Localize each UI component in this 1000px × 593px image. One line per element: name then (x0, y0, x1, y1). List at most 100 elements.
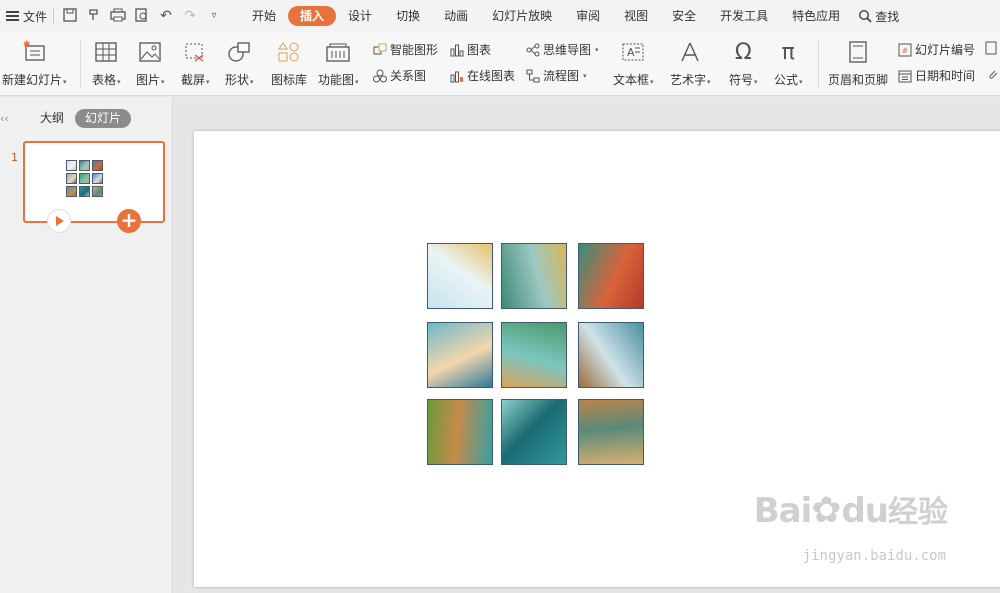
basket-tile[interactable] (427, 399, 493, 465)
tab-view[interactable]: 视图 (612, 6, 660, 26)
date-time-label: 日期和时间 (915, 69, 976, 83)
pi-icon: π (781, 39, 795, 65)
undo-icon[interactable]: ↶ (158, 8, 174, 24)
watermark-url: jingyan.baidu.com (802, 548, 946, 564)
thumbnail-image-grid (66, 160, 104, 198)
thumbnail-sky-tile (66, 160, 77, 171)
divider (818, 40, 819, 88)
formula-button[interactable]: π 公式▾ (774, 39, 803, 88)
file-menu[interactable]: 文件 (6, 0, 47, 32)
redo-icon[interactable]: ↷ (182, 8, 198, 24)
attachment-button[interactable] (985, 67, 999, 81)
tab-animation[interactable]: 动画 (432, 6, 480, 26)
tab-developer[interactable]: 开发工具 (708, 6, 780, 26)
function-chart-icon (325, 39, 351, 65)
thumbnail-canal-tile (79, 173, 90, 184)
flowchart-button[interactable]: 流程图 ▾ (526, 67, 587, 84)
header-footer-button[interactable]: 页眉和页脚 (828, 39, 888, 88)
search-button[interactable]: 查找 (858, 8, 899, 25)
thumbnail-boat-tile (92, 173, 103, 184)
save-icon[interactable] (62, 8, 78, 24)
picture-button[interactable]: 图片▾ (136, 39, 165, 88)
divider (53, 7, 55, 25)
ribbon-toolbar: ✱ 新建幻灯片▾ 表格▾ 图片▾ 截屏▾ 形状▾ 图标库 功能图▾ 智能图形 图… (0, 32, 1000, 96)
wordart-icon (677, 39, 703, 65)
tab-security[interactable]: 安全 (660, 6, 708, 26)
date-time-button[interactable]: 日期和时间 (898, 67, 975, 84)
tab-review[interactable]: 审阅 (564, 6, 612, 26)
tab-slides[interactable]: 幻灯片 (75, 109, 132, 128)
slide-number-label: 幻灯片编号 (915, 43, 976, 57)
symbol-button[interactable]: Ω 符号▾ (729, 39, 758, 88)
textbox-button[interactable]: A 文本框▾ (613, 39, 654, 88)
print-icon[interactable] (110, 8, 126, 24)
icon-library-label: 图标库 (271, 73, 308, 87)
picture-icon (137, 39, 163, 65)
watermark-brand: Bai (753, 491, 813, 531)
thumbnail-houses-tile (79, 160, 90, 171)
search-label: 查找 (875, 9, 900, 24)
slide-thumbnail-number: 1 (11, 151, 18, 164)
wordart-button[interactable]: 艺术字▾ (670, 39, 711, 88)
screenshot-icon (182, 39, 208, 65)
tab-design[interactable]: 设计 (336, 6, 384, 26)
relation-icon (373, 69, 387, 83)
quick-access-toolbar: ↶ ↷ ▿ (62, 8, 222, 24)
boat-tile[interactable] (578, 322, 644, 388)
tab-home[interactable]: 开始 (240, 6, 288, 26)
wordart-label: 艺术字 (670, 73, 707, 87)
new-slide-button[interactable]: ✱ 新建幻灯片▾ (2, 39, 67, 88)
add-slide-button[interactable]: + (117, 209, 141, 233)
chart-label: 图表 (467, 43, 492, 57)
mindmap-button[interactable]: 思维导图 ▾ (526, 41, 599, 58)
girl-tile[interactable] (427, 322, 493, 388)
thumbnail-basket-tile (66, 186, 77, 197)
wall-tile[interactable] (578, 243, 644, 309)
screenshot-button[interactable]: 截屏▾ (181, 39, 210, 88)
icon-library-button[interactable]: 图标库 (271, 39, 307, 88)
tab-outline[interactable]: 大纲 (30, 109, 74, 128)
screenshot-label: 截屏 (181, 73, 206, 87)
table-button[interactable]: 表格▾ (92, 39, 121, 88)
table-label: 表格 (92, 73, 117, 87)
relation-chart-button[interactable]: 关系图 (373, 67, 426, 84)
paperclip-icon (985, 67, 999, 81)
slide-thumbnail[interactable]: + (23, 141, 165, 233)
customize-toolbar-icon[interactable]: ▿ (206, 8, 222, 24)
hamburger-icon (6, 11, 19, 21)
function-chart-button[interactable]: 功能图▾ (318, 39, 359, 88)
thumbnail-girl-tile (66, 173, 77, 184)
mindmap-label: 思维导图 (543, 43, 592, 57)
houses-tile[interactable] (501, 243, 567, 309)
flowchart-icon (526, 69, 540, 83)
tab-insert[interactable]: 插入 (288, 6, 337, 26)
bar-chart-icon (450, 43, 464, 57)
online-chart-button[interactable]: 在线图表 (450, 67, 515, 84)
smart-shape-button[interactable]: 智能图形 (373, 41, 438, 58)
slide-number-button[interactable]: # 幻灯片编号 (898, 41, 975, 58)
chart-button[interactable]: 图表 (450, 41, 491, 58)
object-button[interactable] (985, 41, 999, 55)
dock-tile[interactable] (578, 399, 644, 465)
header-footer-label: 页眉和页脚 (828, 73, 889, 87)
shape-button[interactable]: 形状▾ (225, 39, 254, 88)
textbox-icon: A (620, 39, 646, 65)
textbox-label: 文本框 (613, 73, 650, 87)
ribbon-tabs: 开始 插入 设计 切换 动画 幻灯片放映 审阅 视图 安全 开发工具 特色应用 (240, 0, 852, 32)
play-slide-button[interactable] (47, 209, 71, 233)
shape-label: 形状 (225, 73, 250, 87)
pole-tile[interactable] (501, 399, 567, 465)
svg-text:✱: ✱ (23, 40, 31, 50)
canal-tile[interactable] (501, 322, 567, 388)
tab-special[interactable]: 特色应用 (780, 6, 852, 26)
collapse-panel-icon[interactable]: ‹‹ (0, 112, 9, 125)
sky-tile[interactable] (427, 243, 493, 309)
function-chart-label: 功能图 (318, 73, 355, 87)
print-preview-icon[interactable] (134, 8, 150, 24)
watermark-brand-2: du (841, 491, 889, 531)
tab-transitions[interactable]: 切换 (384, 6, 432, 26)
smart-shape-icon (373, 43, 387, 57)
format-painter-icon[interactable] (86, 8, 102, 24)
tab-slideshow[interactable]: 幻灯片放映 (480, 6, 564, 26)
picture-label: 图片 (136, 73, 161, 87)
